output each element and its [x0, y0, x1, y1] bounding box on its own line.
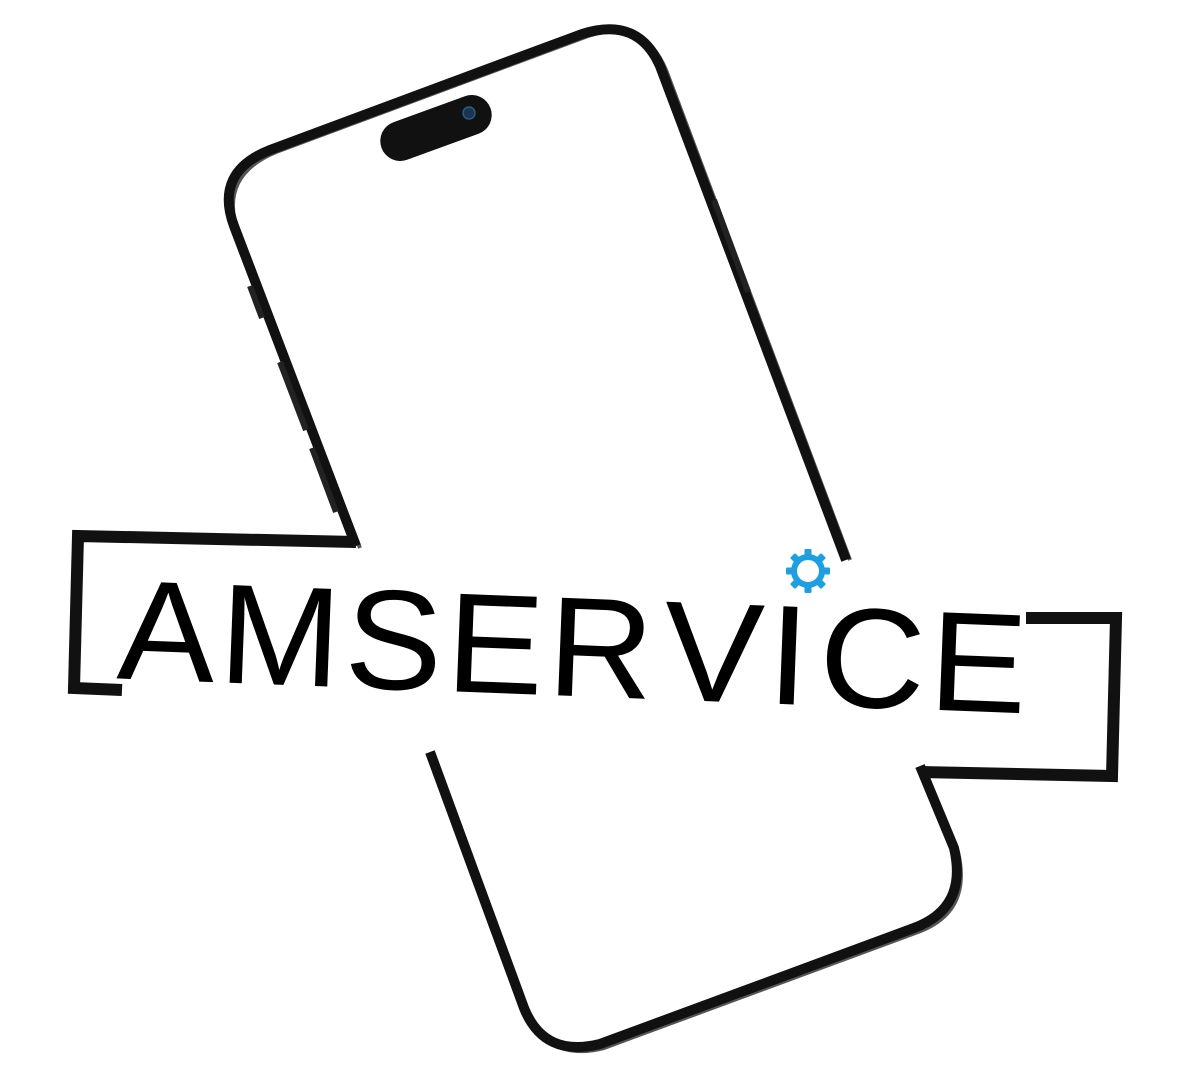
- gear-icon: [786, 549, 830, 593]
- brand-wordmark: AMSER VI CE: [115, 551, 1034, 745]
- brand-text-part-3: CE: [816, 577, 1034, 744]
- brand-text-part-2: VI: [661, 571, 817, 736]
- phone-side-button-right: [711, 198, 751, 294]
- camera-icon: [462, 106, 476, 120]
- amservice-logo: AMSER VI CE: [67, 24, 1123, 1053]
- brand-text-part-1: AMSER: [115, 551, 661, 731]
- phone-body-lower: [425, 750, 962, 1052]
